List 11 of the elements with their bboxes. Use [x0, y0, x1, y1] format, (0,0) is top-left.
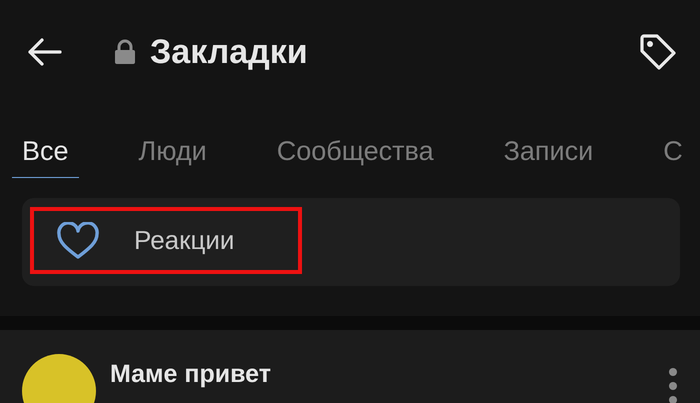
tag-icon[interactable] [638, 32, 678, 72]
more-icon[interactable] [668, 366, 678, 403]
tab[interactable]: Все [12, 132, 79, 178]
tab[interactable]: Записи [494, 132, 604, 178]
reactions-item[interactable]: Реакции [30, 207, 302, 274]
back-arrow-icon[interactable] [26, 37, 62, 67]
page-title: Закладки [150, 32, 309, 72]
tab[interactable]: Сообщества [266, 132, 444, 178]
tab[interactable]: Люди [128, 132, 217, 178]
tab[interactable]: С [653, 132, 693, 178]
heart-icon [56, 222, 100, 260]
